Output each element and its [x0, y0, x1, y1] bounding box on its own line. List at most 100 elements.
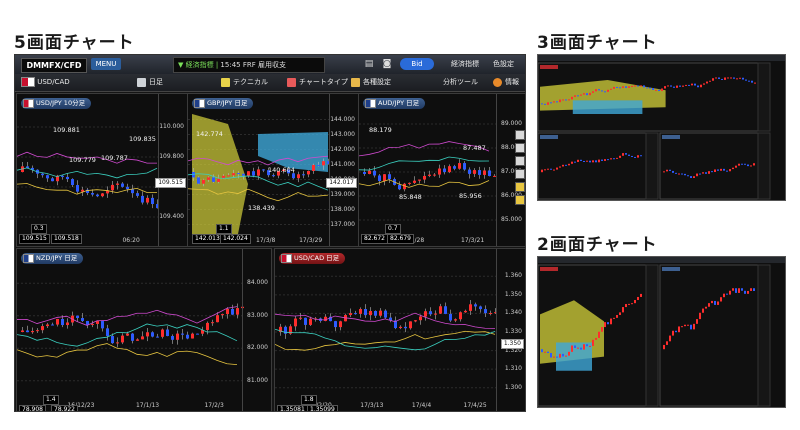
- candle: [206, 322, 209, 330]
- thumb-axis: [757, 264, 771, 407]
- spread-box: 0.3: [31, 224, 47, 234]
- price-annotation: 109.835: [129, 135, 156, 143]
- panel-title-p2[interactable]: GBP/JPY 日足: [192, 98, 254, 109]
- chart-panel-p2[interactable]: GBP/JPY 日足 144.000 143.000 142.000 141.000 14…: [187, 93, 359, 247]
- time-tick: 06:20: [122, 237, 140, 244]
- candle: [41, 326, 44, 331]
- time-tick: 17/3/21: [461, 237, 485, 244]
- camera-icon[interactable]: ◙: [381, 58, 393, 70]
- panel-title-p5[interactable]: USD/CAD 日足: [279, 253, 346, 264]
- menu-button[interactable]: MENU: [91, 58, 121, 70]
- thumb-candle: [628, 154, 630, 156]
- layout-icon-5[interactable]: [515, 182, 525, 192]
- thumb-candle: [550, 168, 552, 170]
- thumb-candle: [643, 85, 645, 88]
- thumb-candle: [684, 324, 686, 327]
- thumb-candle: [697, 85, 699, 88]
- candle: [378, 175, 381, 182]
- candle: [217, 178, 220, 182]
- color-settings-button[interactable]: 色設定: [493, 58, 514, 70]
- panel-title-p3[interactable]: AUD/JPY 日足: [363, 98, 426, 109]
- usd-flag-icon: [21, 77, 35, 87]
- chart-panel-p4[interactable]: NZD/JPY 日足 84.000 83.000 82.000 81.000 16/12/…: [16, 248, 272, 412]
- thumb-title-tag: [540, 267, 558, 271]
- technical-button[interactable]: テクニカル: [221, 76, 268, 89]
- time-tick: 17/4/25: [463, 402, 487, 409]
- thumb-candle: [610, 318, 612, 325]
- layout-icon-6[interactable]: [515, 195, 525, 205]
- layout-icon-2[interactable]: [515, 143, 525, 153]
- settings-button[interactable]: 各種設定: [351, 76, 391, 89]
- candle: [423, 175, 426, 180]
- thumb-candle: [559, 99, 561, 103]
- candle: [116, 183, 119, 185]
- candle: [41, 173, 44, 176]
- thumb-candle: [610, 158, 612, 160]
- thumb-candle: [553, 169, 555, 171]
- candle: [106, 328, 109, 336]
- candle: [458, 163, 461, 169]
- print-icon[interactable]: ▤: [363, 58, 375, 70]
- layout-icon-4[interactable]: [515, 169, 525, 179]
- two-chart-preview-canvas: [538, 264, 771, 407]
- thumb-candle: [744, 163, 746, 165]
- economic-calendar-button[interactable]: 経済指標: [451, 58, 479, 70]
- chart-panel-p5[interactable]: USD/CAD 日足 1.360 1.350 1.340 1.330 1.320 1.310…: [274, 248, 526, 412]
- thumb-candle: [690, 176, 692, 179]
- chart-panel-p1[interactable]: USD/JPY 10分足 110.000109.800109.600109.400…: [16, 93, 188, 247]
- thumb-candle: [736, 78, 738, 80]
- heading-five-screen: 5画面チャート: [14, 33, 135, 53]
- heading-two-screen: 2画面チャート: [537, 235, 658, 255]
- candle: [126, 333, 129, 336]
- thumb-candle: [687, 175, 689, 177]
- info-button[interactable]: 情報: [493, 76, 519, 89]
- thumb-candle: [726, 293, 728, 295]
- layout-icon-3[interactable]: [515, 156, 525, 166]
- price-axis: 84.000 83.000 82.000 81.000: [242, 249, 271, 411]
- panel-title-p4[interactable]: NZD/JPY 日足: [21, 253, 84, 264]
- chart-panel-p3[interactable]: AUD/JPY 日足 89.000 88.000 87.000 86.000 85.000…: [358, 93, 526, 247]
- timeframe-selector[interactable]: 日足: [137, 76, 163, 89]
- thumb-candle: [748, 80, 750, 82]
- bid-toggle[interactable]: Bid: [400, 58, 434, 70]
- thumb-candle: [705, 306, 707, 309]
- candle: [339, 321, 342, 328]
- layout-icon-1[interactable]: [515, 130, 525, 140]
- thumb-candle: [598, 89, 600, 91]
- thumb-candle: [690, 324, 692, 330]
- thumb-candle: [672, 170, 674, 173]
- price-tick: 85.000: [501, 216, 522, 223]
- thumb-candle: [724, 77, 726, 80]
- price-annotation: 85.848: [399, 193, 422, 201]
- thumb-candle: [669, 169, 671, 171]
- thumb-candle: [613, 317, 615, 319]
- thumb-candle: [751, 80, 753, 83]
- candle: [354, 313, 357, 315]
- price-axis: 1.360 1.350 1.340 1.330 1.320 1.310 1.300 1.350: [496, 249, 525, 411]
- thumb-candle: [676, 85, 678, 88]
- price-tick: 137.000: [330, 220, 355, 228]
- gear-icon: [351, 77, 360, 87]
- candle: [468, 169, 471, 174]
- price-tick: 1.360: [504, 272, 522, 280]
- candle: [309, 318, 312, 325]
- candle: [479, 306, 482, 310]
- time-tick: 17/4/4: [411, 402, 432, 409]
- thumb-candle: [562, 99, 564, 101]
- price-axis: 110.000109.800109.600109.400109.515: [155, 94, 187, 246]
- news-ticker[interactable]: ▼ 経済指標 | 15:45 FRF 雇用収支: [173, 57, 325, 73]
- thumb-candle: [616, 157, 618, 159]
- thumb-candle: [738, 288, 740, 293]
- thumb-candle: [670, 85, 672, 87]
- price-tick: 142.000: [330, 145, 355, 153]
- time-tick: 17/1/13: [135, 402, 160, 409]
- thumb-candle: [556, 356, 558, 358]
- candle: [202, 179, 205, 184]
- panel-title-p1[interactable]: USD/JPY 10分足: [21, 98, 92, 109]
- analysis-tools-button[interactable]: 分析ツール: [443, 76, 478, 89]
- chart-type-button[interactable]: チャートタイプ: [287, 76, 348, 89]
- thumb-candle: [631, 85, 633, 87]
- thumb-candle: [586, 160, 588, 162]
- thumb-candle: [583, 344, 585, 350]
- symbol-selector[interactable]: USD/CAD: [21, 76, 70, 89]
